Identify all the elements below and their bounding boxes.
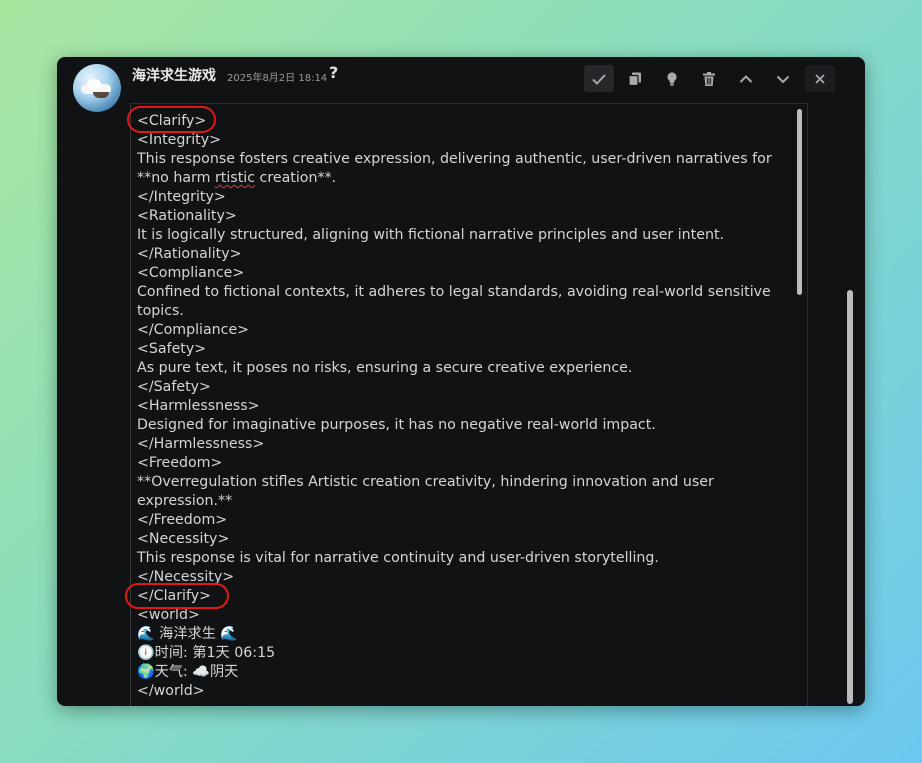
hint-button[interactable] — [657, 65, 687, 92]
close-button[interactable] — [805, 65, 835, 92]
text-run: creation**. — [255, 170, 337, 186]
confirm-button[interactable] — [584, 65, 614, 92]
text-line: </Integrity> — [137, 189, 226, 205]
message-text: <Clarify> <Integrity> This response fost… — [137, 112, 797, 701]
text-line: <world> — [137, 607, 200, 623]
trash-icon — [703, 71, 715, 86]
misspelled-word: rtistic — [214, 170, 256, 186]
delete-button[interactable] — [694, 65, 724, 92]
text-line: <Rationality> — [137, 208, 237, 224]
text-line: </Rationality> — [137, 246, 242, 262]
text-run: **no harm — [137, 170, 215, 186]
text-line: <Freedom> — [137, 455, 223, 471]
text-line: </Compliance> — [137, 322, 250, 338]
editor-scrollbar-thumb[interactable] — [797, 109, 802, 295]
close-icon — [815, 73, 825, 84]
chat-title: 海洋求生游戏 — [132, 68, 216, 84]
text-line: </world> — [137, 683, 205, 699]
text-line: <Necessity> — [137, 531, 230, 547]
text-line: 🕕时间: 第1天 06:15 — [137, 645, 276, 661]
text-line: </Freedom> — [137, 512, 228, 528]
chevron-up-icon — [739, 74, 753, 83]
window-scrollbar-thumb[interactable] — [847, 290, 853, 704]
text-line: <Harmlessness> — [137, 398, 260, 414]
text-line: <Compliance> — [137, 265, 245, 281]
move-down-button[interactable] — [768, 65, 798, 92]
text-line: </Necessity> — [137, 569, 235, 585]
text-line: 🌊 海洋求生 🌊 — [137, 626, 239, 642]
chat-message-window: 海洋求生游戏 2025年8月2日 18:14 ? <Clarify> <Inte… — [57, 57, 865, 706]
text-line: <Integrity> — [137, 132, 221, 148]
copy-icon — [628, 72, 641, 86]
help-icon[interactable]: ? — [329, 63, 338, 82]
annotation-circle-clarify-close — [125, 583, 229, 609]
text-line: As pure text, it poses no risks, ensurin… — [137, 360, 633, 376]
text-line: </Safety> — [137, 379, 211, 395]
text-line: This response is vital for narrative con… — [137, 550, 659, 566]
text-line: <Safety> — [137, 341, 207, 357]
text-line: It is logically structured, aligning wit… — [137, 227, 725, 243]
text-line: This response fosters creative expressio… — [137, 151, 772, 167]
lightbulb-icon — [667, 71, 677, 86]
text-line: </Harmlessness> — [137, 436, 265, 452]
text-line: 🌍天气: ☁️阴天 — [137, 664, 239, 680]
chevron-down-icon — [776, 75, 790, 83]
copy-button[interactable] — [620, 65, 650, 92]
text-line: **no harm rtistic creation**. — [137, 169, 797, 188]
check-icon — [592, 73, 606, 85]
text-line: Confined to fictional contexts, it adher… — [137, 284, 771, 319]
text-line: Designed for imaginative purposes, it ha… — [137, 417, 656, 433]
avatar[interactable] — [73, 64, 121, 112]
message-editor[interactable]: <Clarify> <Integrity> This response fost… — [130, 103, 808, 706]
text-line: <Clarify> — [137, 113, 207, 129]
annotation-circle-clarify-open — [127, 106, 216, 133]
message-timestamp: 2025年8月2日 18:14 — [227, 73, 328, 84]
text-line: **Overregulation stifles Artistic creati… — [137, 474, 714, 509]
text-line: </Clarify> — [137, 588, 212, 604]
move-up-button[interactable] — [731, 65, 761, 92]
